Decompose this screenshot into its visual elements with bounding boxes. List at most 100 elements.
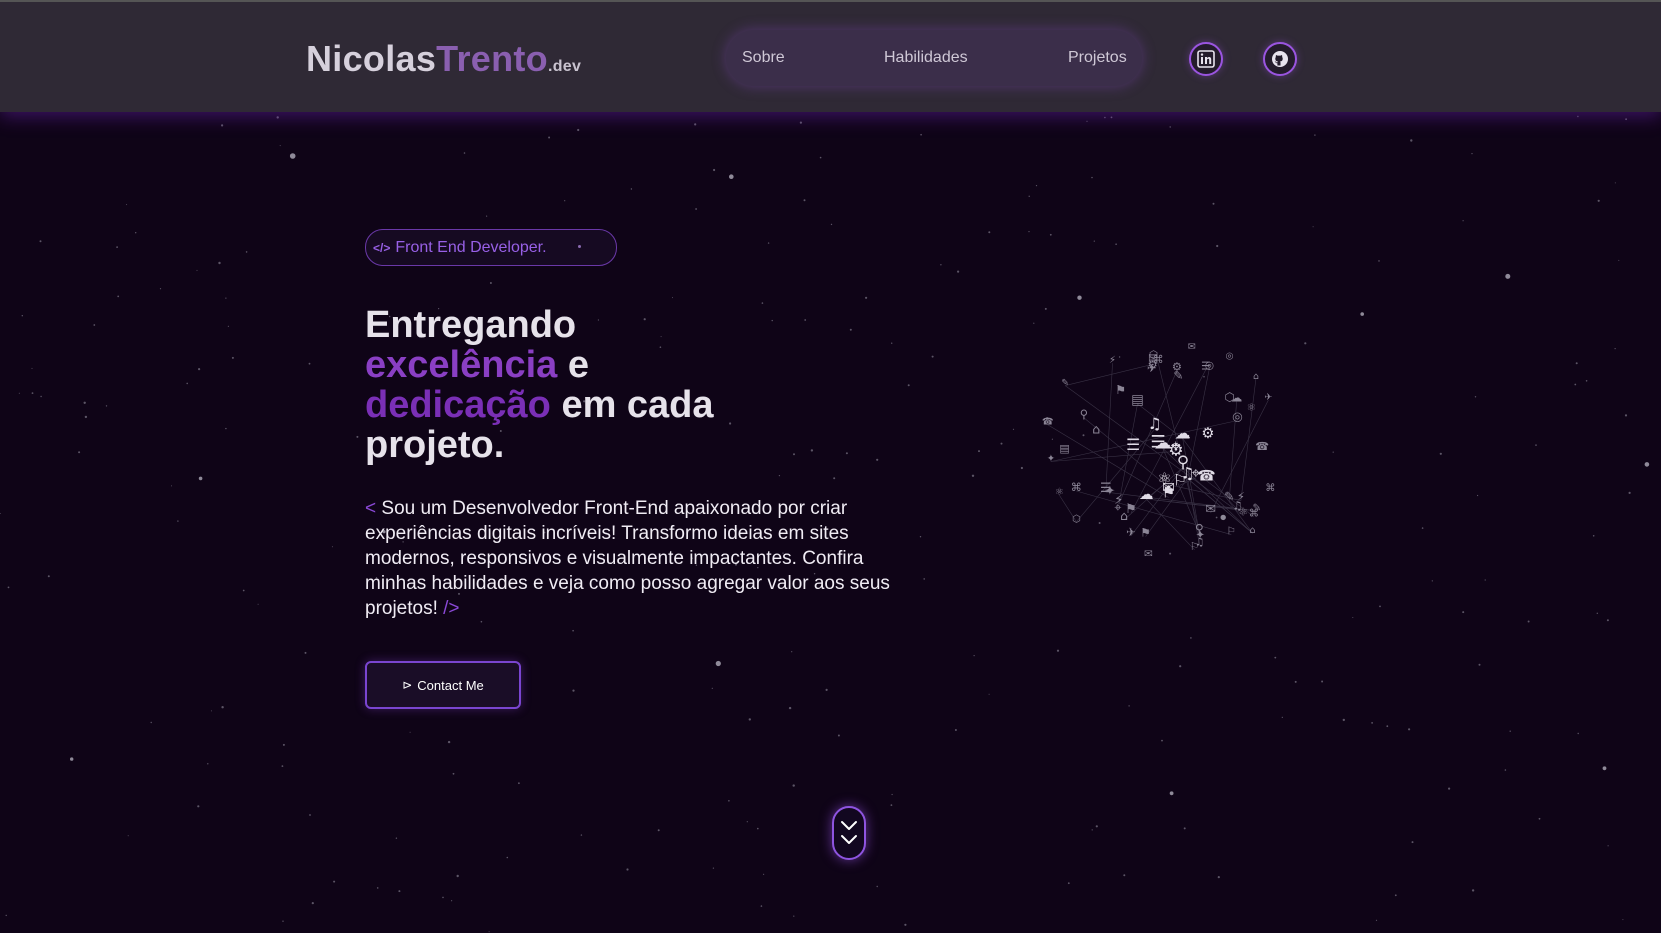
star [1360, 312, 1364, 316]
star [1378, 260, 1380, 262]
star [489, 282, 492, 284]
star [1091, 829, 1093, 831]
tech-glyph-icon: ♫ [1148, 414, 1162, 433]
tech-glyph-icon: ⌂ [1249, 525, 1255, 536]
tech-glyph-icon: ✈ [1147, 361, 1157, 375]
star [548, 136, 551, 139]
star [84, 415, 88, 419]
star [486, 215, 488, 217]
star [1618, 259, 1620, 261]
star [1056, 649, 1060, 652]
star [1115, 243, 1117, 245]
linkedin-link[interactable] [1189, 42, 1223, 76]
nav-item-sobre[interactable]: Sobre [742, 49, 785, 67]
tech-glyph-icon: ⚑ [1140, 526, 1151, 540]
star [715, 660, 721, 667]
star [728, 800, 730, 802]
star [577, 128, 580, 132]
double-chevron-down-icon [841, 821, 857, 844]
star [845, 452, 848, 455]
star [1179, 665, 1182, 668]
star [1471, 889, 1475, 892]
star [971, 474, 975, 477]
star [456, 874, 459, 878]
star [289, 153, 296, 159]
star [1067, 882, 1070, 885]
tech-glyph-icon: ✉ [1144, 548, 1153, 560]
star [197, 805, 200, 808]
star [281, 765, 284, 767]
star [18, 392, 20, 394]
star [1321, 680, 1324, 683]
star [242, 589, 245, 592]
star [186, 382, 188, 385]
tech-glyph-icon: ✈ [1126, 525, 1136, 539]
star [1439, 452, 1442, 455]
star [791, 651, 793, 653]
star [761, 302, 764, 304]
star [767, 242, 770, 244]
star [1474, 396, 1477, 398]
star [398, 890, 401, 893]
star [1410, 139, 1413, 142]
tech-glyph-icon: ⚐ [1173, 471, 1187, 489]
contact-me-button[interactable]: ⊳ Contact Me [365, 661, 521, 709]
star [793, 915, 795, 917]
scroll-down-button[interactable] [832, 806, 866, 860]
star [695, 208, 697, 210]
star [1509, 730, 1511, 732]
star [1394, 894, 1397, 897]
star [1597, 199, 1600, 202]
star [93, 324, 96, 326]
star [1614, 182, 1616, 184]
headline-line1: Entregando [365, 304, 577, 346]
star [876, 458, 879, 461]
star [198, 368, 201, 371]
star [105, 405, 108, 407]
star [954, 729, 957, 731]
star [309, 814, 311, 816]
star [196, 269, 198, 271]
star [1375, 919, 1378, 921]
site-logo[interactable]: NicolasTrento.dev [306, 38, 581, 80]
star [83, 401, 86, 404]
github-link[interactable] [1263, 42, 1297, 76]
tech-glyph-icon: ⚲ [1177, 452, 1189, 471]
nav-item-habilidades[interactable]: Habilidades [884, 49, 968, 67]
tech-glyph-icon: ◎ [1225, 351, 1233, 362]
star [626, 868, 629, 871]
tech-glyph-icon: ☎ [1255, 440, 1269, 453]
star [1504, 769, 1507, 771]
star [1606, 619, 1609, 622]
star [957, 270, 960, 273]
tech-glyph-icon: ⚡ [1109, 355, 1116, 366]
star [127, 835, 129, 837]
tech-glyph-icon: ♫ [1195, 536, 1205, 549]
code-icon: </> [373, 240, 391, 255]
star [116, 246, 118, 249]
nav-item-projetos[interactable]: Projetos [1068, 49, 1127, 67]
description-close-tag: /> [443, 598, 460, 619]
star [225, 427, 227, 430]
star [572, 689, 575, 692]
star [409, 731, 411, 733]
star [126, 204, 128, 206]
star [988, 693, 990, 695]
star [1342, 718, 1346, 722]
star [31, 367, 33, 369]
tech-glyph-icon: ☁ [1154, 433, 1171, 453]
star [331, 546, 333, 548]
star [1212, 202, 1215, 205]
tech-glyph-icon: ⬡ [1072, 514, 1081, 525]
star [1421, 527, 1424, 529]
star [1077, 295, 1082, 300]
star [1527, 620, 1530, 623]
star [729, 174, 734, 179]
star [694, 123, 697, 126]
star [1462, 611, 1465, 614]
star [1332, 451, 1334, 453]
star [804, 319, 807, 321]
star [1044, 307, 1047, 310]
star [7, 586, 10, 589]
star [1123, 874, 1126, 877]
